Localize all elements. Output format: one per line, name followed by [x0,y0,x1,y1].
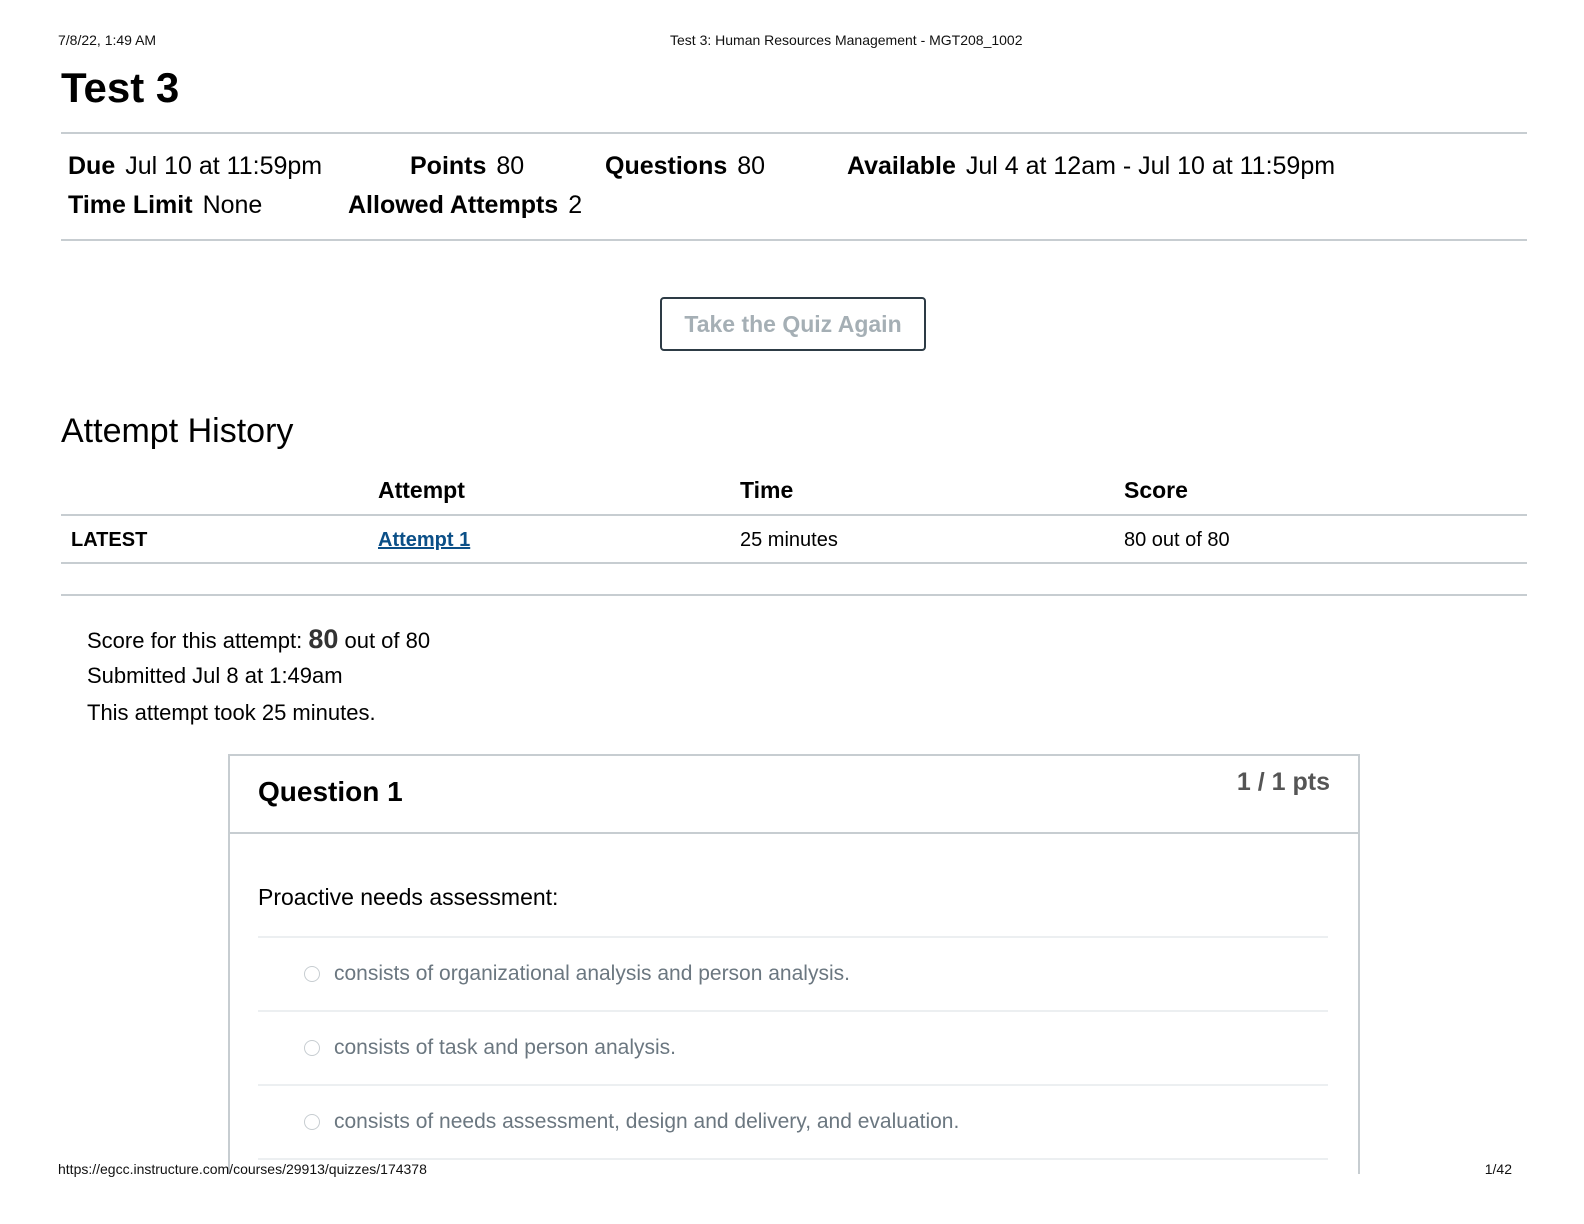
divider [61,132,1527,134]
print-header: 7/8/22, 1:49 AM Test 3: Human Resources … [58,32,1512,52]
print-date: 7/8/22, 1:49 AM [58,32,157,48]
attempt-history-table: Attempt Time Score LATEST Attempt 1 25 m… [61,474,1527,564]
answer-text: consists of needs assessment, design and… [334,1110,960,1133]
print-footer: https://egcc.instructure.com/courses/299… [58,1161,1512,1181]
time-limit-meta: Time Limit None [68,191,262,220]
allowed-attempts-label: Allowed Attempts [348,191,559,219]
answer-text: consists of task and person analysis. [334,1036,677,1059]
questions-label: Questions [605,152,728,180]
allowed-attempts-value: 2 [568,191,583,219]
table-row: LATEST Attempt 1 25 minutes 80 out of 80 [61,516,1527,564]
attempt-score: 80 out of 80 [1124,529,1230,551]
score-value: 80 [308,624,339,654]
answer-option[interactable]: consists of task and person analysis. [258,1012,1328,1086]
page-number: 1/42 [1484,1161,1512,1177]
due-label: Due [68,152,116,180]
score-suffix: out of 80 [338,628,431,653]
allowed-attempts-meta: Allowed Attempts 2 [348,191,582,220]
due-meta: Due Jul 10 at 11:59pm [68,152,322,181]
page-title: Test 3 [61,64,180,111]
attempt-1-link[interactable]: Attempt 1 [378,516,470,564]
radio-icon[interactable] [304,1040,320,1056]
column-header-time: Time [740,477,794,503]
divider [61,594,1527,596]
column-header-attempt: Attempt [378,477,465,503]
question-header: Question 1 1 / 1 pts [230,756,1358,834]
column-header-score: Score [1124,477,1188,503]
divider [61,239,1527,241]
due-value: Jul 10 at 11:59pm [125,152,323,180]
available-meta: Available Jul 4 at 12am - Jul 10 at 11:59… [847,152,1335,181]
attempt-summary: Score for this attempt: 80 out of 80 Sub… [87,624,430,735]
question-points: 1 / 1 pts [1236,768,1330,796]
radio-icon[interactable] [304,1114,320,1130]
answer-option[interactable]: consists of needs assessment, design and… [258,1086,1328,1160]
points-label: Points [410,152,487,180]
print-url: https://egcc.instructure.com/courses/299… [58,1161,427,1177]
time-limit-value: None [202,191,263,219]
score-prefix: Score for this attempt: [87,628,309,653]
latest-tag: LATEST [71,529,148,551]
questions-meta: Questions 80 [605,152,765,181]
answer-list: consists of organizational analysis and … [258,936,1328,1160]
score-line: Score for this attempt: 80 out of 80 [87,624,430,661]
points-meta: Points 80 [410,152,524,181]
answer-text: consists of organizational analysis and … [334,962,850,985]
question-card: Question 1 1 / 1 pts Proactive needs ass… [228,754,1360,1174]
submitted-line: Submitted Jul 8 at 1:49am [87,663,343,688]
question-title: Question 1 [258,776,403,807]
questions-value: 80 [737,152,766,180]
print-document-title: Test 3: Human Resources Management - MGT… [670,32,1023,48]
points-value: 80 [496,152,525,180]
available-label: Available [847,152,956,180]
attempt-history-title: Attempt History [61,412,294,450]
answer-option[interactable]: consists of organizational analysis and … [258,938,1328,1012]
attempt-time: 25 minutes [740,529,838,551]
duration-line: This attempt took 25 minutes. [87,700,376,725]
take-quiz-again-button[interactable]: Take the Quiz Again [660,297,926,351]
time-limit-label: Time Limit [68,191,193,219]
table-header-row: Attempt Time Score [61,474,1527,516]
available-value: Jul 4 at 12am - Jul 10 at 11:59pm [965,152,1336,180]
question-text: Proactive needs assessment: [258,884,559,910]
radio-icon[interactable] [304,966,320,982]
